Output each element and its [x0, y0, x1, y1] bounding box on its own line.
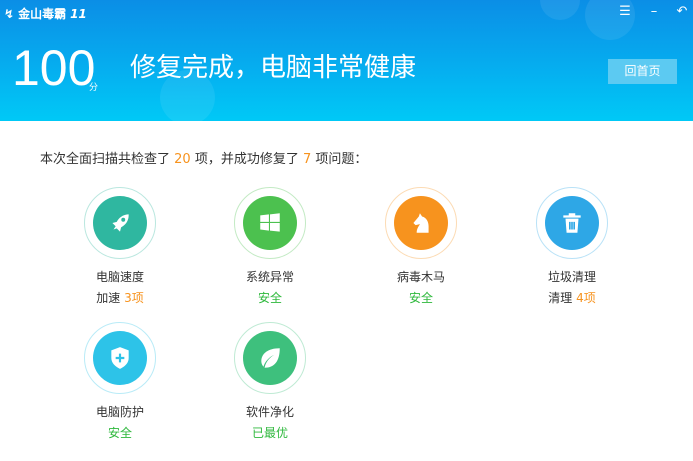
menu-icon[interactable]: ☰	[616, 4, 634, 19]
result-item[interactable]: 病毒木马 安全	[346, 187, 496, 306]
result-status: 已最优	[251, 426, 288, 440]
leaf-icon	[243, 331, 297, 385]
page-title: 修复完成，电脑非常健康	[130, 53, 417, 83]
result-status: 安全	[107, 426, 132, 440]
result-icon-ring	[234, 322, 306, 394]
result-icon-ring	[385, 187, 457, 259]
score: 100	[12, 40, 96, 96]
minimize-icon[interactable]: –	[645, 4, 663, 19]
app-logo: ↯ 金山毒霸 11	[4, 6, 87, 22]
result-label: 垃圾清理	[547, 270, 596, 284]
result-status: 安全	[408, 291, 433, 305]
result-label: 电脑速度	[95, 270, 144, 284]
result-status: 加速 3项	[96, 291, 144, 305]
back-icon[interactable]: ↶	[673, 4, 691, 19]
result-label: 电脑防护	[95, 405, 144, 419]
horse-icon	[394, 196, 448, 250]
logo-icon: ↯	[4, 6, 15, 21]
result-label: 系统异常	[245, 270, 294, 284]
result-item[interactable]: 软件净化 已最优	[195, 322, 345, 441]
shield-icon	[93, 331, 147, 385]
result-icon-ring	[84, 322, 156, 394]
windows-icon	[243, 196, 297, 250]
result-icon-ring	[84, 187, 156, 259]
result-icon-ring	[234, 187, 306, 259]
result-icon-ring	[536, 187, 608, 259]
home-button[interactable]: 回首页	[608, 59, 677, 84]
result-label: 病毒木马	[396, 270, 445, 284]
result-status: 清理 4项	[548, 291, 596, 305]
result-status: 安全	[257, 291, 282, 305]
rocket-icon	[93, 196, 147, 250]
header: ↯ 金山毒霸 11 ☰ – ↶ 100 分 修复完成，电脑非常健康 回首页	[0, 0, 693, 121]
result-label: 软件净化	[245, 405, 294, 419]
trash-icon	[545, 196, 599, 250]
result-item[interactable]: 电脑防护 安全	[45, 322, 195, 441]
checked-count: 20	[174, 152, 191, 167]
score-unit: 分	[89, 83, 99, 93]
result-item[interactable]: 电脑速度 加速 3项	[45, 187, 195, 306]
scan-summary: 本次全面扫描共检查了 20 项，并成功修复了 7 项问题：	[40, 152, 368, 167]
result-item[interactable]: 垃圾清理 清理 4项	[497, 187, 647, 306]
fixed-count: 7	[303, 152, 312, 167]
result-item[interactable]: 系统异常 安全	[195, 187, 345, 306]
